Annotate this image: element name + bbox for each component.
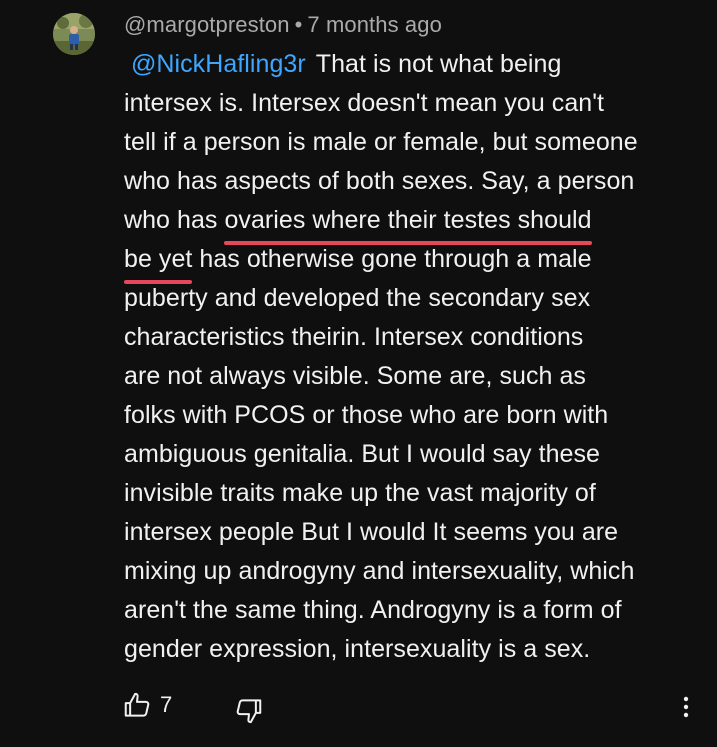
highlighted-text: be yet: [124, 240, 193, 284]
comment-body: @NickHafling3r That is not what being int…: [124, 45, 694, 669]
mention-link[interactable]: @NickHafling3r: [131, 50, 306, 78]
comment-text: That is not what being: [315, 50, 562, 78]
comment-header: @margotpreston • 7 months ago: [124, 12, 442, 38]
comment-line: mixing up androgyny and intersexuality, …: [124, 557, 635, 585]
comment-line: invisible traits make up the vast majori…: [124, 479, 596, 507]
comment-line: be yet has otherwise gone through a male: [124, 240, 694, 284]
like-button[interactable]: [122, 690, 152, 720]
avatar-image: [53, 13, 95, 55]
comment-timestamp[interactable]: 7 months ago: [307, 12, 442, 37]
thumbs-down-icon: [236, 699, 262, 724]
comment-line: who has aspects of both sexes. Say, a pe…: [124, 167, 635, 195]
comment-line: gender expression, intersexuality is a s…: [124, 635, 591, 663]
comment-line: are not always visible. Some are, such a…: [124, 362, 586, 390]
comment-line: tell if a person is male or female, but …: [124, 128, 638, 156]
comment-line: who has ovaries where their testes shoul…: [124, 201, 694, 245]
more-options-button[interactable]: [674, 692, 698, 722]
comment-line: @NickHafling3r That is not what being: [124, 45, 694, 84]
comment-line: characteristics theirin. Intersex condit…: [124, 323, 584, 351]
comment-thread-item: @margotpreston • 7 months ago @NickHafling…: [0, 0, 717, 747]
comment-line: folks with PCOS or those who are born wi…: [124, 401, 609, 429]
author-name[interactable]: @margotpreston: [124, 12, 290, 37]
dislike-button[interactable]: [234, 696, 264, 726]
comment-line: aren't the same thing. Androgyny is a fo…: [124, 596, 622, 624]
like-count: 7: [160, 692, 173, 717]
more-vertical-icon: [683, 696, 689, 718]
comment-actions: 7: [122, 690, 702, 724]
comment-line: puberty and developed the secondary sex: [124, 284, 591, 312]
avatar[interactable]: [53, 13, 95, 55]
meta-separator: •: [294, 12, 303, 37]
comment-line: intersex people But I would It seems you…: [124, 518, 619, 546]
thumbs-up-icon: [124, 692, 150, 717]
comment-text: has otherwise gone through a male: [192, 245, 592, 273]
comment-line: intersex is. Intersex doesn't mean you c…: [124, 89, 605, 117]
comment-line: ambiguous genitalia. But I would say the…: [124, 440, 601, 468]
highlighted-text: ovaries where their testes should: [224, 201, 592, 245]
comment-text: who has: [124, 206, 225, 234]
